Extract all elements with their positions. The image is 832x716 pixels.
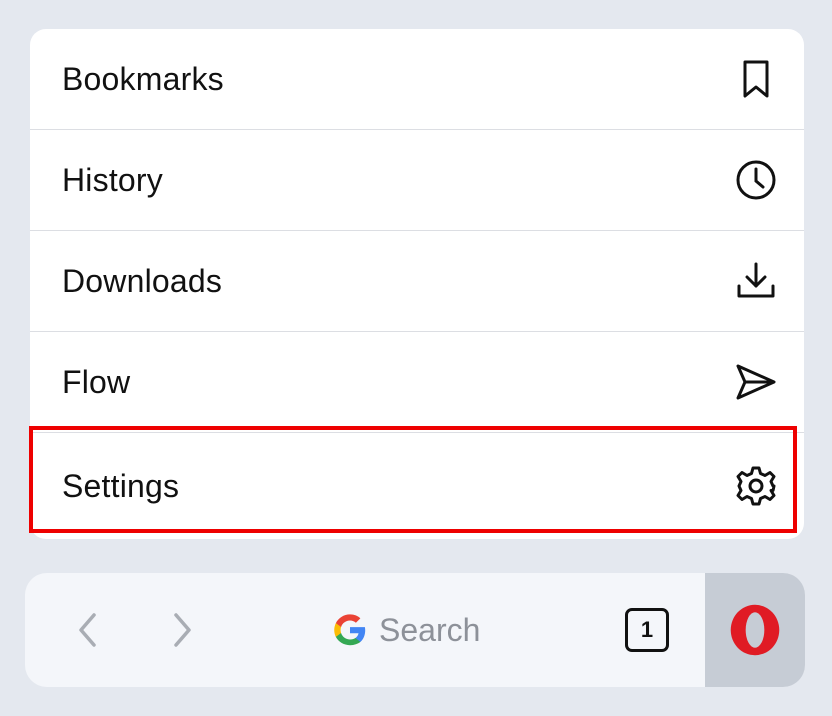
menu-item-label: Settings	[62, 467, 180, 504]
download-icon	[732, 257, 780, 305]
menu-item-settings[interactable]: Settings	[30, 433, 804, 539]
menu-item-downloads[interactable]: Downloads	[30, 231, 804, 332]
menu-item-label: History	[62, 161, 163, 198]
menu-item-label: Flow	[62, 363, 131, 400]
search-field[interactable]: Search	[331, 607, 480, 653]
main-menu: Bookmarks History Downloads Flow Setting…	[30, 29, 804, 539]
send-icon	[732, 358, 780, 406]
menu-item-label: Downloads	[62, 262, 223, 299]
chevron-left-icon	[79, 613, 96, 647]
opera-logo-icon	[730, 604, 780, 656]
back-button[interactable]	[61, 603, 115, 657]
bookmark-icon	[732, 55, 780, 103]
menu-item-label: Bookmarks	[62, 60, 224, 97]
menu-item-history[interactable]: History	[30, 130, 804, 231]
clock-icon	[732, 156, 780, 204]
tabs-button[interactable]: 1	[625, 608, 669, 652]
search-label: Search	[379, 611, 481, 648]
bottom-toolbar: Search 1	[25, 573, 805, 687]
menu-item-flow[interactable]: Flow	[30, 332, 804, 433]
gear-icon	[732, 462, 780, 510]
tab-count: 1	[640, 617, 654, 642]
opera-menu-button[interactable]	[705, 573, 805, 687]
chevron-right-icon	[174, 613, 191, 647]
menu-item-bookmarks[interactable]: Bookmarks	[30, 29, 804, 130]
forward-button[interactable]	[155, 603, 209, 657]
google-logo-icon	[334, 614, 366, 646]
